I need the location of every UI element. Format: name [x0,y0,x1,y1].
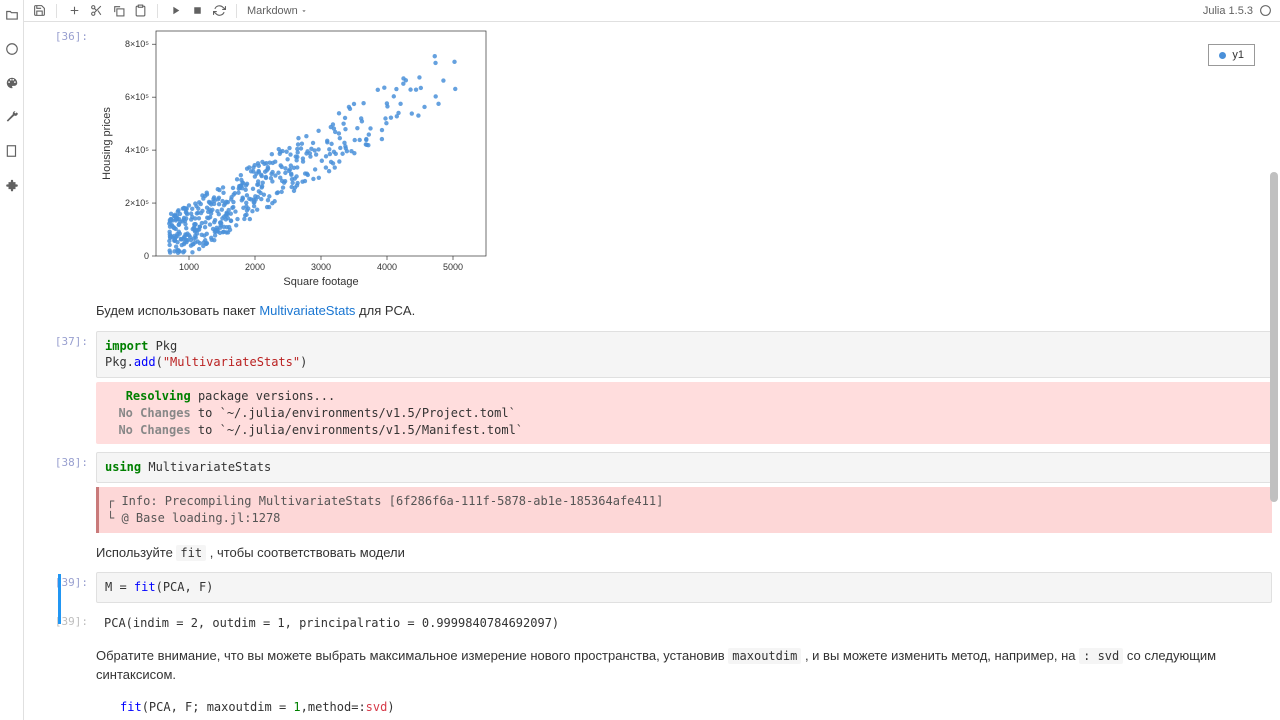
kernel-status-icon [1259,4,1272,17]
svg-text:Square footage: Square footage [283,276,358,288]
cell-output: Resolving package versions... No Changes… [96,382,1272,444]
document-icon[interactable] [5,144,19,158]
markdown-cell-3[interactable]: Обратите внимание, что вы можете выбрать… [32,644,1272,720]
prompt-in: [36]: [32,26,96,291]
code-input[interactable]: import Pkg Pkg.add("MultivariateStats") [96,331,1272,379]
md-codeblock: fit(PCA, F; maxoutdim = 1,method=:svd) [96,695,1272,720]
paste-icon[interactable] [133,4,147,18]
md-code: : svd [1079,648,1123,664]
md-text: Будем использовать пакет [96,303,259,318]
chevron-down-icon [300,7,308,15]
svg-text:3000: 3000 [311,262,331,272]
cell-output: ┌ Info: Precompiling MultivariateStats [… [96,487,1272,533]
stop-icon[interactable] [190,4,204,18]
svg-text:2×10⁵: 2×10⁵ [125,198,149,208]
toolbar: Markdown Julia 1.5.3 [24,0,1280,22]
md-text: для PCA. [355,303,415,318]
cell-36[interactable]: [36]: 1000 2000 3000 4000 5000 0 2×10⁵ 4×10⁵ 6×1… [32,26,1272,291]
cell-39-out: [39]: PCA(indim = 2, outdim = 1, princip… [32,611,1272,636]
md-text: , и вы можете изменить метод, например, … [801,648,1079,663]
svg-text:8×10⁵: 8×10⁵ [125,39,149,49]
extension-icon[interactable] [5,178,19,192]
copy-icon[interactable] [111,4,125,18]
svg-text:2000: 2000 [245,262,265,272]
svg-text:0: 0 [144,251,149,261]
left-sidebar [0,0,24,720]
chart-legend: y1 [1208,44,1255,66]
code-input[interactable]: M = fit(PCA, F) [96,572,1272,603]
svg-text:Housing prices: Housing prices [101,107,113,180]
celltype-select[interactable]: Markdown [247,5,308,17]
md-text: , чтобы соответствовать модели [206,545,405,560]
cell-39[interactable]: [39]: M = fit(PCA, F) [32,572,1272,603]
legend-label: y1 [1232,49,1244,61]
active-cell-indicator [58,574,61,624]
md-text: Обратите внимание, что вы можете выбрать… [96,648,728,663]
scrollbar[interactable] [1268,22,1280,720]
svg-text:1000: 1000 [179,262,199,272]
svg-text:4000: 4000 [377,262,397,272]
notebook-area[interactable]: [36]: 1000 2000 3000 4000 5000 0 2×10⁵ 4×10⁵ 6×1… [24,22,1280,720]
cut-icon[interactable] [89,4,103,18]
wrench-icon[interactable] [5,110,19,124]
scatter-chart: 1000 2000 3000 4000 5000 0 2×10⁵ 4×10⁵ 6×10⁵ 8×10… [96,26,1272,291]
prompt-out: [39]: [32,611,96,636]
celltype-label: Markdown [247,5,298,17]
circle-icon[interactable] [5,42,19,56]
md-code: maxoutdim [728,648,801,664]
kernel-label: Julia 1.5.3 [1203,5,1253,17]
folder-icon[interactable] [5,8,19,22]
md-text: Используйте [96,545,176,560]
prompt-in: [39]: [32,572,96,603]
cell-37[interactable]: [37]: import Pkg Pkg.add("MultivariateSt… [32,331,1272,445]
markdown-cell-2[interactable]: Используйте fit , чтобы соответствовать … [32,541,1272,565]
scrollbar-thumb[interactable] [1270,172,1278,502]
add-icon[interactable] [67,4,81,18]
md-link[interactable]: MultivariateStats [259,303,355,318]
cell-output: PCA(indim = 2, outdim = 1, principalrati… [96,611,1272,636]
svg-text:4×10⁵: 4×10⁵ [125,145,149,155]
code-input[interactable]: using MultivariateStats [96,452,1272,483]
svg-text:6×10⁵: 6×10⁵ [125,92,149,102]
markdown-cell-1[interactable]: Будем использовать пакет MultivariateSta… [32,299,1272,323]
palette-icon[interactable] [5,76,19,90]
save-icon[interactable] [32,4,46,18]
run-icon[interactable] [168,4,182,18]
md-code: fit [176,545,206,561]
legend-dot [1219,52,1226,59]
prompt-in: [38]: [32,452,96,532]
restart-icon[interactable] [212,4,226,18]
prompt-in: [37]: [32,331,96,445]
svg-text:5000: 5000 [443,262,463,272]
cell-38[interactable]: [38]: using MultivariateStats ┌ Info: Pr… [32,452,1272,532]
